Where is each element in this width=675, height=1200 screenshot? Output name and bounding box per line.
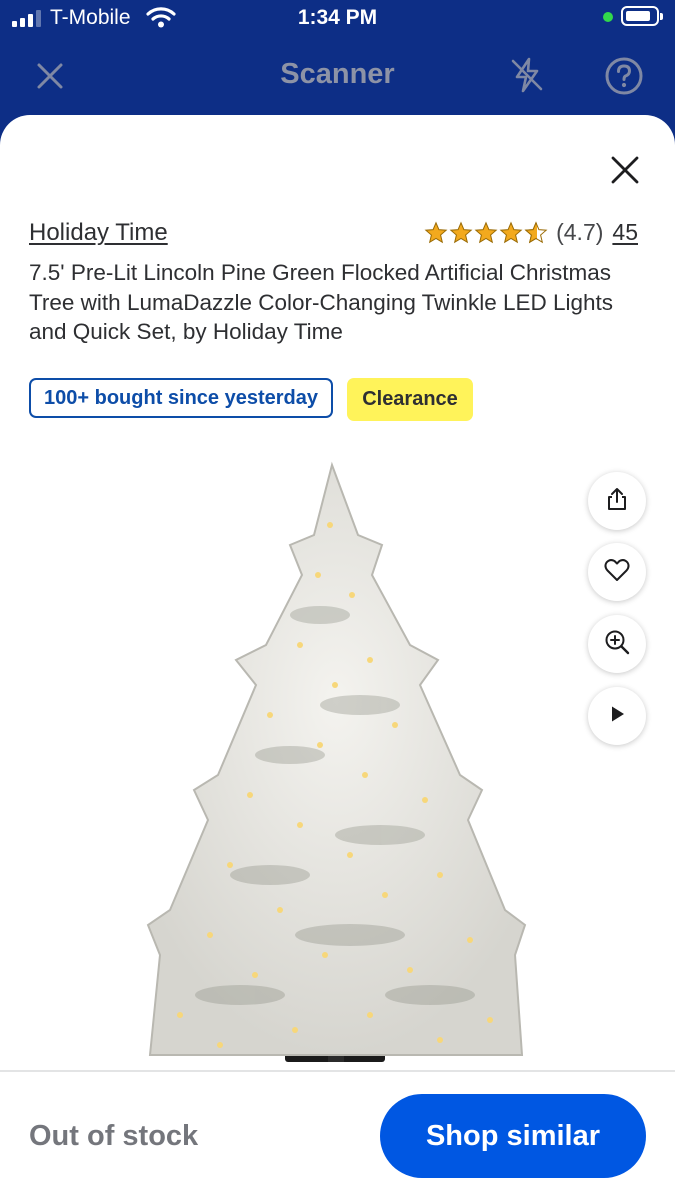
zoom-button[interactable] [588,615,646,673]
zoom-in-icon [603,628,631,661]
play-icon [606,703,628,730]
scanner-header: Scanner [0,36,675,116]
product-image[interactable] [120,455,560,1070]
battery-icon [621,6,663,26]
rating[interactable]: (4.7) 45 [424,219,638,246]
help-icon[interactable] [604,56,644,96]
clearance-badge: Clearance [347,378,473,421]
status-bar: T-Mobile 1:34 PM [0,0,675,36]
share-button[interactable] [588,472,646,530]
scanner-title: Scanner [280,58,395,90]
share-icon [604,486,630,517]
flash-off-icon[interactable] [506,54,548,96]
shop-similar-button[interactable]: Shop similar [380,1094,646,1178]
product-sheet: Holiday Time (4.7) 45 7.5' Pre-Lit Linco… [0,115,675,1200]
stock-status: Out of stock [29,1120,199,1152]
bottom-action-bar: Out of stock Shop similar [0,1070,675,1200]
camera-indicator-dot [603,12,613,22]
brand-link[interactable]: Holiday Time [29,219,168,247]
star-rating-icon [424,221,548,245]
close-icon[interactable] [605,150,645,190]
rating-value: (4.7) [556,219,604,245]
review-count-link[interactable]: 45 [612,219,638,246]
product-title: 7.5' Pre-Lit Lincoln Pine Green Flocked … [29,260,614,344]
status-time: 1:34 PM [297,6,378,29]
heart-icon [603,557,631,588]
bought-badge: 100+ bought since yesterday [29,378,334,418]
favorite-button[interactable] [588,543,646,601]
play-video-button[interactable] [588,687,646,745]
